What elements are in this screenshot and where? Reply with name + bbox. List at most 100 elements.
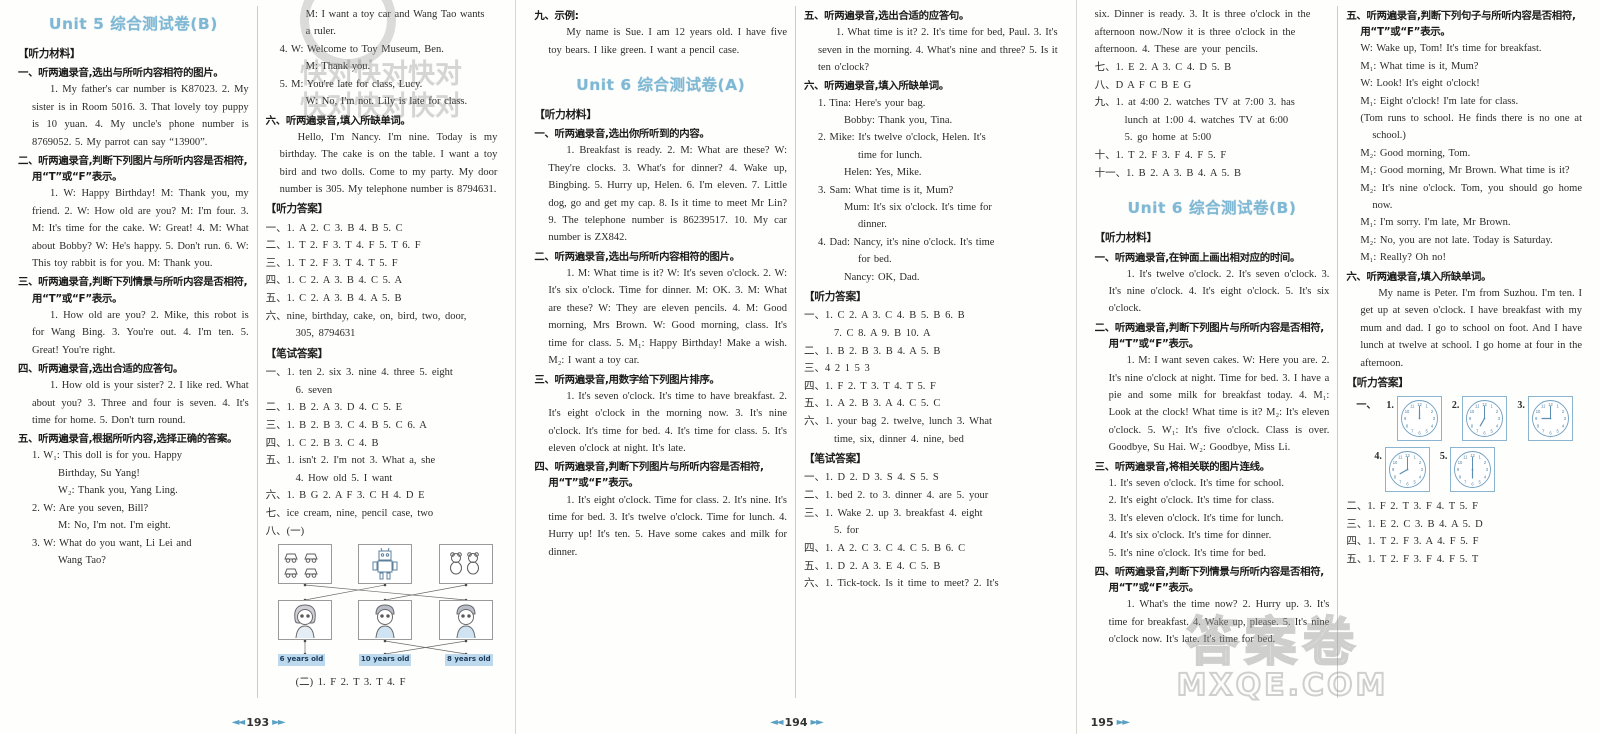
answer-row-cont: 305, 8794631 <box>295 328 356 340</box>
clock-item-5: 5. 1 2 3 4 5 6 7 8 9 10 11 12 <box>1440 447 1496 493</box>
figure-cell-boy-2 <box>438 600 493 641</box>
clock-icon: 1234567891011 12 <box>1466 400 1504 438</box>
unit6b-q5-line-2: M₁: What time is it, Mum? <box>1360 60 1479 72</box>
figure-cell-boy-1 <box>358 600 413 641</box>
page-number-193: ◄◄ 193 ►► <box>231 716 286 729</box>
clock-item-2: 2. 1 2 3 4 5 6 7 8 9 10 11 12 <box>1452 396 1508 442</box>
answer-row: 四、1. A 2. C 3. C 4. C 5. B 6. C <box>804 542 966 554</box>
unit6a-q6-line-11: Nancy: OK, Dad. <box>844 271 920 283</box>
unit5b-q3-body: 1. How old are you? 2. Mike, this robot … <box>32 309 249 356</box>
unit6b-q5-line-8: M₂: It's nine o'clock. Tom, you should g… <box>1360 182 1582 212</box>
answer-row: 十、1. T 2. F 3. F 4. F 5. F <box>1094 150 1227 161</box>
unit6b-q3-line-2: 2. It's eight o'clock. It's time for cla… <box>1108 495 1275 507</box>
unit6b-q3-line-1: 1. It's seven o'clock. It's time for sch… <box>1108 477 1285 489</box>
unit6a-listening-answers-head: 【听力答案】 <box>804 291 867 304</box>
clock-number: 4. <box>1374 451 1382 463</box>
toy-cars-icon <box>283 553 318 579</box>
unit6a-q3-head: 三、听两遍录音,用数字给下列图片排序。 <box>534 373 720 386</box>
answer-row-cont: 7. C 8. A 9. B 10. A <box>834 327 931 339</box>
answer-row: 三、1. B 2. B 3. C 4. B 5. C 6. A <box>265 419 427 431</box>
unit6a-q6-line-4: time for lunch. <box>858 149 923 161</box>
page-number-value: 194 <box>784 716 808 729</box>
unit6a-q1-body: 1. Breakfast is ready. 2. M: What are th… <box>548 145 787 244</box>
svg-text:10: 10 <box>1536 409 1541 414</box>
unit5b-written-8-2: (二) 1. F 2. T 3. T 4. F <box>295 677 406 689</box>
unit6b-q3-line-4: 4. It's six o'clock. It's time for dinne… <box>1108 530 1272 542</box>
unit6b-q5-line-1: W: Wake up, Tom! It's time for breakfast… <box>1360 43 1542 55</box>
clock-list-label: 一、 <box>1356 400 1377 412</box>
unit6a-q3-body: 1. It's seven o'clock. It's time to have… <box>548 390 787 454</box>
answer-row: 三、1. Wake 2. up 3. breakfast 4. eight <box>804 507 983 519</box>
answer-row: 二、1. T 2. F 3. T 4. F 5. T 6. F <box>265 240 421 252</box>
unit5b-q2-head: 二、听两遍录音,判断下列图片与所听内容是否相符,用“T”或“F”表示。 <box>18 155 248 184</box>
answer-row: 一、1. C 2. A 3. C 4. B 5. B 6. B <box>804 310 965 322</box>
page-number-value: 195 <box>1090 716 1114 729</box>
unit6b-q3-head: 三、听两遍录音,将相关联的图片连线。 <box>1094 460 1270 473</box>
answer-row: 五、1. isn't 2. I'm not 3. What a, she <box>265 455 436 467</box>
page194-column-1: 九、示例: My name is Sue. I am 12 years old.… <box>526 6 796 698</box>
next-page-arrow: ►► <box>1116 717 1130 728</box>
svg-text:11: 11 <box>1476 404 1481 409</box>
robot-icon <box>372 548 398 580</box>
unit6b-q5-head: 五、听两遍录音,判断下列句子与所听内容是否相符,用“T”或“F”表示。 <box>1346 10 1576 39</box>
answer-row-cont: 5. go home at 5:00 <box>1124 132 1212 144</box>
unit5b-q5-line-6: 3. W: What do you want, Li Lei and <box>32 537 192 549</box>
unit6b-q5-line-5: (Tom runs to school. He finds there is n… <box>1360 112 1582 142</box>
answer-row: 六、1. Tick-tock. Is it time to meet? 2. I… <box>804 578 999 590</box>
answer-row: 五、1. D 2. A 3. E 4. C 5. B <box>804 560 941 572</box>
unit5b-q5-line-5: M: No, I'm not. I'm eight. <box>58 520 171 532</box>
unit6b-q5-line-7: M₁: Good morning, Mr Brown. What time is… <box>1360 165 1570 177</box>
page-number-195: 195 ►► <box>1090 716 1130 729</box>
matching-diagram: 6 years old 10 years old 8 years old <box>277 544 493 672</box>
unit6b-q6-head: 六、听两遍录音,填入所缺单词。 <box>1346 270 1492 283</box>
unit6b-q5-line-10: M₂: No, you are not late. Today is Satur… <box>1360 234 1553 246</box>
svg-text:11: 11 <box>1398 455 1403 460</box>
unit5b-q5-line-7: Wang Tao? <box>58 555 106 566</box>
answer-row: 七、ice cream, nine, pencil case, two <box>265 508 434 520</box>
unit6a-q5-body: 1. What time is it? 2. It's time for bed… <box>818 27 1058 73</box>
answer-row: 八、(一) <box>265 525 305 537</box>
unit6b-q4-body: 1. What's the time now? 2. Hurry up. 3. … <box>1108 599 1330 646</box>
page195-column-1: six. Dinner is ready. 3. It is three o'c… <box>1087 6 1339 698</box>
unit6b-q5-line-4: M₁: Eight o'clock! I'm late for class. <box>1360 95 1519 107</box>
answer-row: 四、1. F 2. T 3. T 4. T 5. F <box>804 380 936 392</box>
answer-row: 一、1. ten 2. six 3. nine 4. three 5. eigh… <box>265 367 453 379</box>
toy-bears-icon <box>449 552 479 575</box>
unit6b-q4-head: 四、听两遍录音,判断下列情景与所听内容是否相符,用“T”或“F”表示。 <box>1094 565 1325 595</box>
answer-row: 二、1. F 2. T 3. F 4. T 5. F <box>1346 501 1478 513</box>
unit6a-q2-body: 1. M: What time is it? W: It's seven o'c… <box>548 268 787 367</box>
unit5b-q5-line-10: 4. W: Welcome to Toy Museum, Ben. <box>279 43 444 55</box>
unit5b-listening-answers-head: 【听力答案】 <box>265 203 329 216</box>
svg-text:10: 10 <box>1458 460 1463 465</box>
unit5b-q5-head: 五、听两遍录音,根据所听内容,选择正确的答案。 <box>18 433 238 446</box>
unit6a-title: Unit 6 综合测试卷(A) <box>576 75 746 94</box>
clock-face-3: 1 2 3 4 5 6 7 8 9 10 11 12 <box>1527 396 1573 442</box>
unit5b-q5-line-3: W₂: Thank you, Yang Ling. <box>58 485 178 497</box>
unit5b-q6-body: Hello, I'm Nancy. I'm nine. Today is my … <box>279 131 498 195</box>
unit6b-q3-line-3: 3. It's eleven o'clock. It's time for lu… <box>1108 512 1284 524</box>
unit6a-q6-line-10: for bed. <box>858 254 892 266</box>
unit5b-q5-line-1: 1. W₁: This doll is for you. Happy <box>32 450 182 462</box>
clock-face-1: 1 2 3 4 5 6 7 8 9 10 11 12 <box>1396 396 1442 442</box>
prev-page-arrow: ◄◄ <box>231 717 245 728</box>
answer-row: 二、1. B 2. A 3. D 4. C 5. E <box>265 402 403 414</box>
unit5b-q1-body: 1. My father's car number is K87023. 2. … <box>32 84 249 148</box>
unit6a-q6-line-6: 3. Sam: What time is it, Mum? <box>818 184 954 196</box>
unit6a-q5-head: 五、听两遍录音,选出合适的应答句。 <box>804 10 970 22</box>
page-number-194: ◄◄ 194 ►► <box>770 716 824 729</box>
clock-item-4: 4. 1 2 3 4 5 6 7 8 9 10 11 12 <box>1374 447 1430 493</box>
figure-cell-girl <box>277 600 332 641</box>
svg-text:11: 11 <box>1410 404 1415 409</box>
svg-text:10: 10 <box>1470 409 1475 414</box>
svg-text:10: 10 <box>1405 409 1410 414</box>
unit5b-written-9-head: 九、示例: <box>534 10 579 22</box>
answer-row: 五、1. C 2. A 3. B 4. A 5. B <box>265 293 402 304</box>
page194-column-2: 五、听两遍录音,选出合适的应答句。 1. What time is it? 2.… <box>796 6 1066 698</box>
scanned-book-spread: Unit 5 综合测试卷(B) 【听力材料】 一、听两遍录音,选出与所听内容相符… <box>0 0 1600 734</box>
age-label: 8 years old <box>445 654 493 666</box>
unit5b-q1-head: 一、听两遍录音,选出与所听内容相符的图片。 <box>18 67 224 80</box>
svg-text:11: 11 <box>1464 455 1469 460</box>
unit6a-written-answers-head: 【笔试答案】 <box>804 453 867 466</box>
age-label: 6 years old <box>277 654 326 666</box>
answer-row: 十一、1. B 2. A 3. B 4. A 5. B <box>1094 167 1242 179</box>
